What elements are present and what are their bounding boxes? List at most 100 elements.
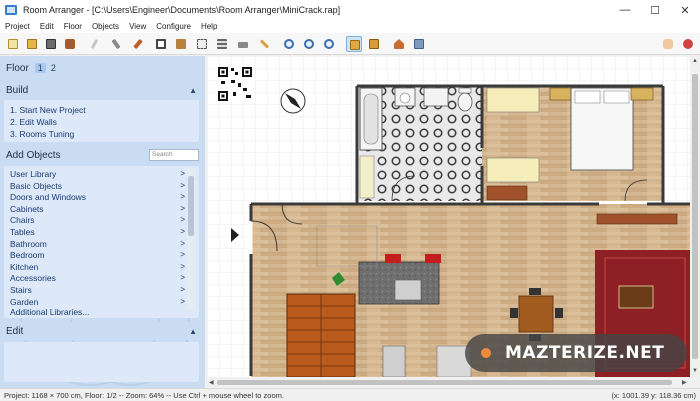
maximize-button[interactable]: ☐ <box>640 0 670 20</box>
floor-title: Floor <box>6 62 29 74</box>
window-title: Room Arranger - [C:\Users\Engineer\Docum… <box>23 5 341 15</box>
close-button[interactable]: ✕ <box>670 0 700 20</box>
save-icon[interactable] <box>43 36 59 52</box>
collapse-icon[interactable]: ▲ <box>189 327 197 336</box>
watermark-text: MAZTERIZE.NET <box>505 343 665 363</box>
floor-icon[interactable] <box>173 36 189 52</box>
floor-tab-1[interactable]: 1 <box>34 63 46 73</box>
floor-panel-header: Floor 1 2 <box>0 59 205 77</box>
pencil-icon[interactable] <box>256 36 272 52</box>
build-step-walls[interactable]: 2. Edit Walls <box>10 117 57 127</box>
library-item[interactable]: Doors and Windows > <box>10 192 185 204</box>
minimize-button[interactable]: — <box>610 0 640 20</box>
library-item[interactable]: Basic Objects > <box>10 181 185 193</box>
hand-icon[interactable] <box>660 36 676 52</box>
3d-view-icon[interactable] <box>366 36 382 52</box>
bath-cabinet[interactable] <box>359 155 375 199</box>
library-item[interactable]: Cabinets > <box>10 204 185 216</box>
dining-chair[interactable] <box>555 308 563 318</box>
print-icon[interactable] <box>62 36 78 52</box>
coffee-table[interactable] <box>618 285 654 309</box>
bed-icon[interactable] <box>235 36 251 52</box>
stairs-icon[interactable] <box>214 36 230 52</box>
build-step-rooms[interactable]: 3. Rooms Tuning <box>10 129 74 139</box>
bar-stool[interactable] <box>385 254 401 263</box>
library-item[interactable]: Accessories > <box>10 273 185 285</box>
qr-code <box>217 66 253 102</box>
wall-icon[interactable] <box>153 36 169 52</box>
toolbar <box>0 33 700 55</box>
menu-view[interactable]: View <box>124 22 151 31</box>
canvas-horizontal-scrollbar-thumb[interactable] <box>217 380 672 385</box>
watermark-badge: MAZTERIZE.NET <box>465 334 687 372</box>
menu-floor[interactable]: Floor <box>59 22 87 31</box>
build-panel-header[interactable]: Build ▲ <box>0 81 205 99</box>
edit-panel-header[interactable]: Edit ▲ <box>0 322 205 340</box>
kitchen-sink[interactable] <box>394 279 422 301</box>
library-search-input[interactable]: Search <box>149 149 199 161</box>
open-folder-icon[interactable] <box>24 36 40 52</box>
additional-libraries-link[interactable]: Additional Libraries... <box>10 307 89 317</box>
floor-tab-2[interactable]: 2 <box>48 63 59 73</box>
zoom-out-icon[interactable] <box>321 36 337 52</box>
menu-help[interactable]: Help <box>196 22 222 31</box>
library-scrollbar-thumb[interactable] <box>188 176 194 236</box>
nightstand[interactable] <box>630 87 654 101</box>
dining-chair[interactable] <box>510 308 518 318</box>
cursor-coordinates: (x: 1001.39 y: 118.36 cm) <box>611 391 697 400</box>
library-item[interactable]: User Library > <box>10 169 185 181</box>
select-icon[interactable] <box>194 36 210 52</box>
build-title: Build <box>6 84 29 96</box>
library-item[interactable]: Stairs > <box>10 285 185 297</box>
wand-icon[interactable] <box>86 36 102 52</box>
menu-project[interactable]: Project <box>0 22 35 31</box>
dresser[interactable] <box>486 87 540 113</box>
status-text: Project: 1168 × 700 cm, Floor: 1/2 -- Zo… <box>4 391 284 400</box>
plan-canvas[interactable] <box>207 56 690 377</box>
build-panel: 1. Start New Project 2. Edit Walls 3. Ro… <box>4 100 199 142</box>
compass-icon[interactable] <box>280 88 306 114</box>
objects-3d-icon[interactable] <box>411 36 427 52</box>
fridge[interactable] <box>382 345 406 377</box>
scroll-left-icon[interactable]: ◀ <box>209 379 214 386</box>
desk[interactable] <box>486 185 528 201</box>
edit-title: Edit <box>6 325 24 337</box>
dining-table[interactable] <box>518 295 554 333</box>
library-item[interactable]: Chairs > <box>10 215 185 227</box>
2d-view-icon[interactable] <box>346 36 362 52</box>
floor-plan[interactable] <box>207 56 690 377</box>
add-objects-panel: User Library > Basic Objects > Doors and W… <box>4 166 199 318</box>
watermark-dot-icon <box>481 348 491 358</box>
scroll-down-icon[interactable]: ▼ <box>692 368 698 374</box>
zoom-fit-icon[interactable] <box>281 36 297 52</box>
dining-chair[interactable] <box>529 288 541 295</box>
add-objects-panel-header: Add Objects Search <box>0 146 205 164</box>
canvas-vertical-scrollbar-thumb[interactable] <box>692 74 698 359</box>
scroll-right-icon[interactable]: ▶ <box>682 379 687 386</box>
help-icon[interactable] <box>680 36 696 52</box>
paint-icon[interactable] <box>130 36 146 52</box>
app-icon <box>5 5 17 15</box>
broom-icon[interactable] <box>108 36 124 52</box>
library-item[interactable]: Bedroom > <box>10 250 185 262</box>
double-sink[interactable] <box>423 87 449 107</box>
new-project-icon[interactable] <box>5 36 21 52</box>
library-item[interactable]: Tables > <box>10 227 185 239</box>
build-step-start[interactable]: 1. Start New Project <box>10 105 86 115</box>
collapse-icon[interactable]: ▲ <box>189 86 197 95</box>
zoom-in-icon[interactable] <box>301 36 317 52</box>
menu-edit[interactable]: Edit <box>35 22 59 31</box>
library-item[interactable]: Kitchen > <box>10 262 185 274</box>
dresser[interactable] <box>486 157 540 183</box>
toilet[interactable] <box>457 92 473 112</box>
house-icon[interactable] <box>391 36 407 52</box>
menu-bar: Project Edit Floor Objects View Configur… <box>0 20 700 33</box>
bar-stool[interactable] <box>425 254 441 263</box>
sideboard[interactable] <box>596 213 678 225</box>
nightstand[interactable] <box>549 87 573 101</box>
library-item[interactable]: Bathroom > <box>10 239 185 251</box>
sidebar: Floor 1 2 Build ▲ 1. Start New Project 2… <box>0 56 205 388</box>
scroll-up-icon[interactable]: ▲ <box>692 58 698 64</box>
menu-objects[interactable]: Objects <box>87 22 124 31</box>
menu-configure[interactable]: Configure <box>151 22 196 31</box>
